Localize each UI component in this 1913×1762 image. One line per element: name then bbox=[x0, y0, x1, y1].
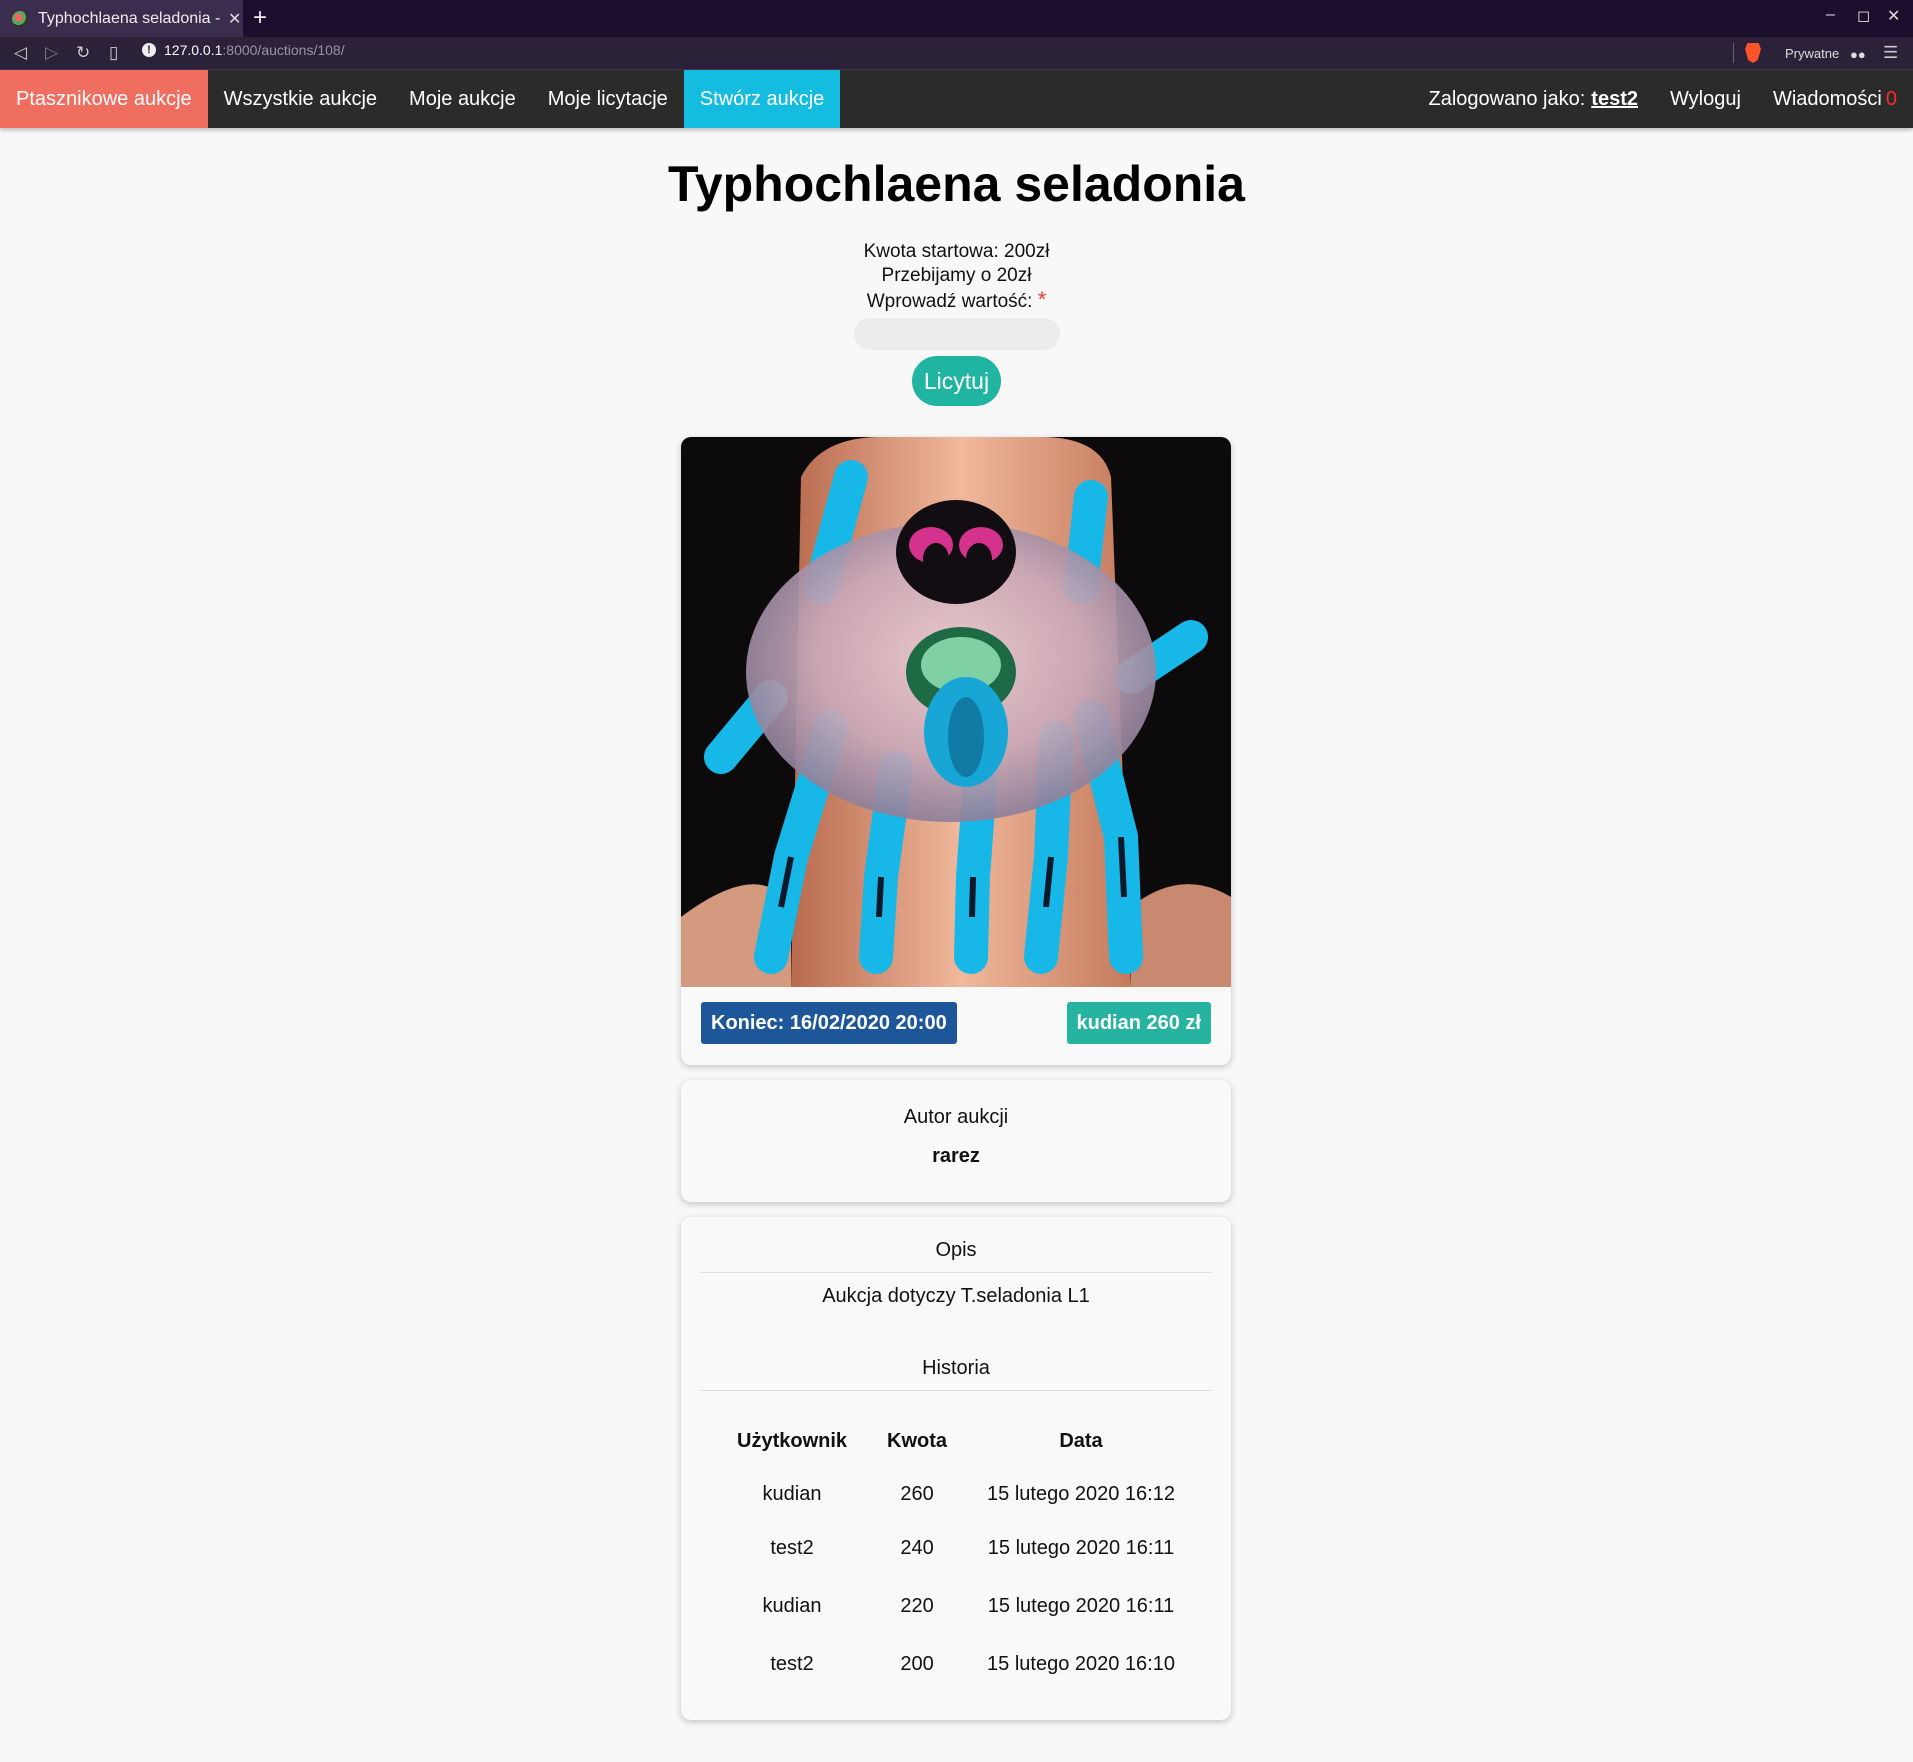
private-mask-icon: ●● bbox=[1850, 47, 1866, 62]
leading-bid-badge: kudian 260 zł bbox=[1066, 1002, 1211, 1044]
table-row: test2 240 15 lutego 2020 16:11 bbox=[717, 1519, 1195, 1577]
description-text: Aukcja dotyczy T.seladonia L1 bbox=[822, 1285, 1090, 1307]
table-row: kudian 220 15 lutego 2020 16:11 bbox=[717, 1577, 1195, 1635]
table-row: kudian 260 15 lutego 2020 16:12 bbox=[717, 1461, 1195, 1519]
nav-my-bids[interactable]: Moje licytacje bbox=[532, 70, 684, 128]
history-amount: 260 bbox=[900, 1482, 934, 1505]
url-field[interactable]: ! 127.0.0.1:8000/auctions/108/ bbox=[142, 42, 345, 58]
toolbar-divider bbox=[1733, 43, 1734, 63]
column-header-user: Użytkownik bbox=[737, 1429, 848, 1452]
url-host: 127.0.0.1 bbox=[164, 42, 223, 58]
new-tab-icon[interactable]: + bbox=[253, 4, 267, 32]
required-marker: * bbox=[1037, 287, 1047, 312]
brave-shield-icon[interactable] bbox=[1745, 43, 1761, 63]
tarantula-photo bbox=[681, 437, 1231, 987]
history-date: 15 lutego 2020 16:10 bbox=[987, 1652, 1175, 1675]
auction-photo-card: Koniec: 16/02/2020 20:00 kudian 260 zł bbox=[681, 437, 1231, 1065]
bid-increment: Przebijamy o 20zł bbox=[881, 265, 1032, 286]
close-tab-icon[interactable]: ✕ bbox=[228, 9, 241, 29]
description-heading: Opis bbox=[701, 1217, 1211, 1273]
table-header-row: Użytkownik Kwota Data bbox=[717, 1421, 1195, 1461]
history-date: 15 lutego 2020 16:11 bbox=[987, 1594, 1175, 1617]
minimize-icon[interactable]: – bbox=[1826, 6, 1835, 24]
history-amount: 220 bbox=[900, 1594, 934, 1617]
site-navbar: Ptasznikowe aukcje Wszystkie aukcje Moje… bbox=[0, 70, 1913, 128]
private-window-label: Prywatne bbox=[1785, 46, 1840, 61]
url-path: :8000/auctions/108/ bbox=[222, 42, 345, 58]
nav-all-auctions[interactable]: Wszystkie aukcje bbox=[208, 70, 393, 128]
browser-titlebar: Typhochlaena seladonia - p ✕ + – ◻ ✕ bbox=[0, 0, 1913, 37]
nav-logout[interactable]: Wyloguj bbox=[1654, 70, 1757, 128]
history-user: kudian bbox=[762, 1482, 822, 1505]
author-card: Autor aukcji rarez bbox=[681, 1080, 1231, 1202]
history-user: test2 bbox=[770, 1536, 814, 1559]
maximize-icon[interactable]: ◻ bbox=[1857, 6, 1870, 26]
nav-create-auction[interactable]: Stwórz aukcje bbox=[683, 70, 841, 128]
bid-button[interactable]: Licytuj bbox=[911, 356, 1002, 406]
column-header-date: Data bbox=[1059, 1429, 1103, 1452]
end-date-badge: Koniec: 16/02/2020 20:00 bbox=[701, 1002, 957, 1044]
history-user: test2 bbox=[770, 1652, 814, 1675]
site-favicon-icon bbox=[12, 10, 28, 27]
table-row: test2 200 15 lutego 2020 16:10 bbox=[717, 1635, 1195, 1693]
bid-amount-input[interactable] bbox=[853, 318, 1060, 350]
auction-content: Typhochlaena seladonia Kwota startowa: 2… bbox=[0, 128, 1913, 406]
nav-username-link[interactable]: test2 bbox=[1591, 88, 1638, 111]
nav-brand-link[interactable]: Ptasznikowe aukcje bbox=[0, 70, 208, 128]
history-user: kudian bbox=[762, 1594, 822, 1617]
nav-right-group: Zalogowano jako: test2 Wyloguj Wiadomośc… bbox=[1413, 70, 1913, 128]
history-amount: 240 bbox=[900, 1536, 934, 1559]
bid-history-table: Użytkownik Kwota Data kudian 260 15 lute… bbox=[717, 1421, 1195, 1693]
back-icon[interactable]: ◁ bbox=[14, 43, 27, 63]
bid-input-label: Wprowadź wartość: bbox=[866, 291, 1033, 312]
column-header-amount: Kwota bbox=[887, 1429, 948, 1452]
nav-logged-in: Zalogowano jako: test2 bbox=[1413, 70, 1654, 128]
history-date: 15 lutego 2020 16:11 bbox=[987, 1536, 1175, 1559]
tab-title: Typhochlaena seladonia - p bbox=[38, 9, 220, 27]
starting-amount: Kwota startowa: 200zł bbox=[863, 241, 1050, 262]
browser-tab[interactable]: Typhochlaena seladonia - p ✕ bbox=[0, 0, 243, 37]
auction-badges: Koniec: 16/02/2020 20:00 kudian 260 zł bbox=[701, 1002, 1211, 1044]
author-name[interactable]: rarez bbox=[681, 1145, 1231, 1168]
logged-in-label: Zalogowano jako: bbox=[1428, 87, 1586, 110]
nav-messages[interactable]: Wiadomości 0 bbox=[1757, 70, 1913, 128]
bookmark-icon[interactable]: ▯ bbox=[109, 43, 118, 63]
close-window-icon[interactable]: ✕ bbox=[1887, 6, 1900, 26]
bid-form: Kwota startowa: 200zł Przebijamy o 20zł … bbox=[0, 240, 1913, 406]
messages-label: Wiadomości bbox=[1772, 87, 1882, 110]
site-info-icon[interactable]: ! bbox=[142, 43, 156, 57]
nav-my-auctions[interactable]: Moje aukcje bbox=[393, 70, 532, 128]
bid-input-label-row: Wprowadź wartość: * bbox=[0, 288, 1913, 314]
history-heading: Historia bbox=[701, 1331, 1211, 1391]
author-label: Autor aukcji bbox=[903, 1106, 1009, 1128]
message-count-badge: 0 bbox=[1885, 87, 1897, 110]
browser-addressbar: ◁ ▷ ↻ ▯ ! 127.0.0.1:8000/auctions/108/ P… bbox=[0, 37, 1913, 70]
history-amount: 200 bbox=[900, 1652, 934, 1675]
reload-icon[interactable]: ↻ bbox=[76, 43, 90, 63]
description-card: Opis Aukcja dotyczy T.seladonia L1 Histo… bbox=[681, 1217, 1231, 1720]
history-date: 15 lutego 2020 16:12 bbox=[987, 1482, 1175, 1505]
forward-icon[interactable]: ▷ bbox=[45, 43, 58, 63]
browser-menu-icon[interactable]: ☰ bbox=[1883, 43, 1898, 63]
page-title: Typhochlaena seladonia bbox=[667, 156, 1245, 212]
